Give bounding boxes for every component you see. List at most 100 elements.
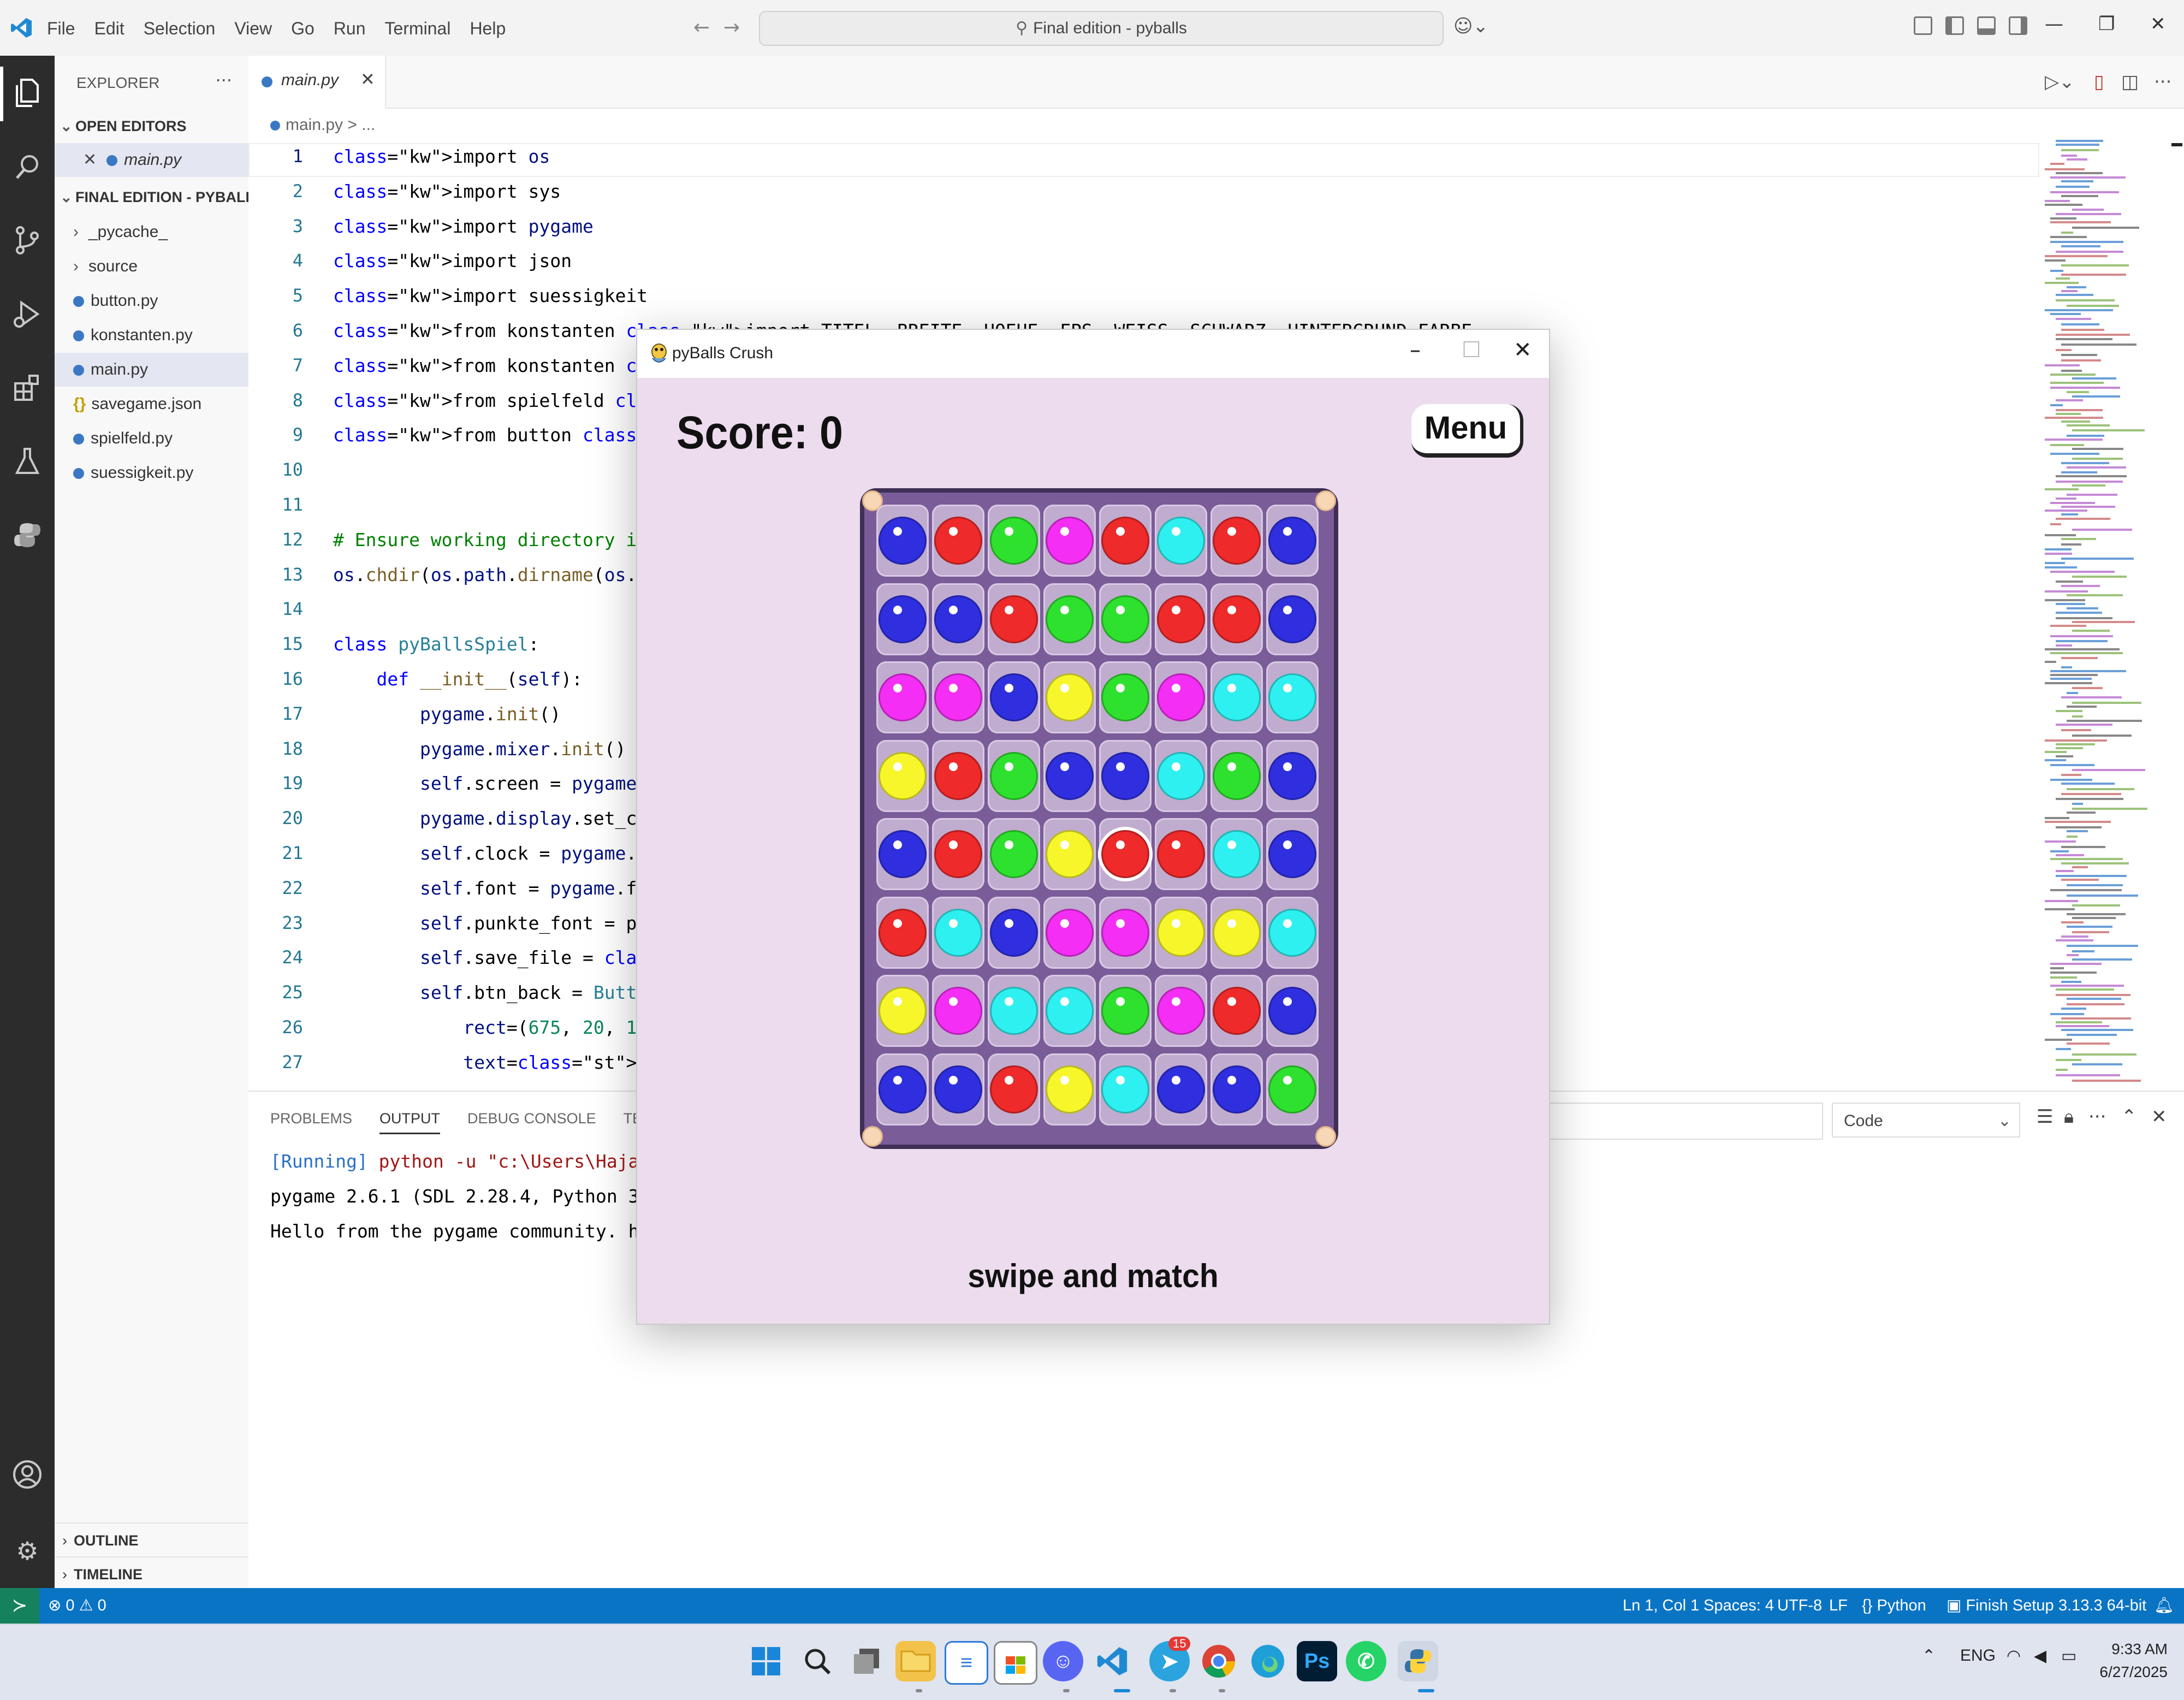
- toggle-secondary-sidebar-icon[interactable]: [2009, 16, 2027, 35]
- chrome-icon[interactable]: [1198, 1641, 1239, 1681]
- open-editor-main[interactable]: ✕ main.py: [55, 143, 248, 177]
- candy-ball[interactable]: [1157, 673, 1205, 721]
- candy-ball[interactable]: [1268, 751, 1316, 800]
- board-cell[interactable]: [1266, 739, 1319, 812]
- candy-ball[interactable]: [1046, 595, 1094, 643]
- board-cell[interactable]: [932, 583, 984, 655]
- cursor-position[interactable]: Ln 1, Col 1: [1623, 1588, 1699, 1624]
- back-arrow-icon[interactable]: ←: [693, 16, 710, 39]
- candy-ball[interactable]: [1101, 987, 1149, 1035]
- tab-debug-console[interactable]: DEBUG CONSOLE: [467, 1110, 596, 1134]
- candy-ball[interactable]: [990, 595, 1038, 643]
- candy-ball[interactable]: [1157, 908, 1205, 957]
- minimap[interactable]: [2039, 138, 2184, 1091]
- edge-icon[interactable]: [1248, 1641, 1288, 1681]
- board-cell[interactable]: [932, 661, 984, 733]
- board-cell[interactable]: [876, 975, 929, 1047]
- board-cell[interactable]: [1155, 896, 1207, 969]
- code-line[interactable]: pygame.display.set_capt: [333, 808, 669, 829]
- encoding[interactable]: UTF-8: [1777, 1588, 1822, 1624]
- menu-go[interactable]: Go: [291, 16, 314, 40]
- board-cell[interactable]: [1043, 818, 1096, 890]
- board-cell[interactable]: [1043, 896, 1096, 969]
- search-icon[interactable]: [797, 1641, 838, 1681]
- code-line[interactable]: os.chdir(os.path.dirname(os.pat: [333, 564, 669, 585]
- code-line[interactable]: class="kw">import pygame: [333, 216, 594, 237]
- board-cell[interactable]: [1155, 739, 1207, 812]
- board-cell[interactable]: [1266, 661, 1319, 733]
- candy-ball[interactable]: [1046, 1065, 1094, 1113]
- candy-ball[interactable]: [1046, 987, 1094, 1035]
- restore-icon[interactable]: ❐: [2098, 13, 2115, 35]
- task-view-icon[interactable]: [846, 1641, 887, 1681]
- candy-ball[interactable]: [1046, 751, 1094, 800]
- candy-ball[interactable]: [879, 908, 927, 957]
- board-cell[interactable]: [932, 1053, 984, 1126]
- candy-ball[interactable]: [1101, 673, 1149, 721]
- code-line[interactable]: self.font = pygame.font: [333, 878, 669, 899]
- folder-section[interactable]: ⌄ FINAL EDITION - PYBALLS: [55, 180, 264, 214]
- game-board[interactable]: [860, 488, 1338, 1149]
- menu-help[interactable]: Help: [470, 16, 506, 40]
- candy-ball[interactable]: [934, 751, 982, 800]
- candy-ball[interactable]: [934, 673, 982, 721]
- candy-ball[interactable]: [1213, 908, 1261, 957]
- code-line[interactable]: pygame.mixer.init(): [333, 738, 626, 760]
- candy-ball[interactable]: [934, 830, 982, 878]
- board-cell[interactable]: [1210, 661, 1263, 733]
- list-filter-icon[interactable]: ☰: [2037, 1106, 2053, 1128]
- code-line[interactable]: def __init__(self):: [333, 668, 583, 690]
- outline-section[interactable]: › OUTLINE: [55, 1523, 248, 1557]
- language-mode[interactable]: {} Python: [1862, 1588, 1926, 1624]
- candy-ball[interactable]: [1101, 908, 1149, 957]
- breadcrumb[interactable]: main.py > ...: [270, 116, 375, 134]
- candy-ball[interactable]: [990, 673, 1038, 721]
- close-icon[interactable]: ✕: [2150, 13, 2166, 35]
- board-cell[interactable]: [876, 1053, 929, 1126]
- remote-icon[interactable]: ≻: [0, 1588, 39, 1624]
- menu-selection[interactable]: Selection: [144, 16, 216, 40]
- battery-icon[interactable]: ▭: [2061, 1646, 2076, 1666]
- code-line[interactable]: self.clock = pygame.tim: [333, 843, 669, 864]
- candy-ball[interactable]: [1213, 830, 1261, 878]
- candy-ball[interactable]: [934, 595, 982, 643]
- board-cell[interactable]: [1155, 1053, 1207, 1126]
- board-cell[interactable]: [1099, 975, 1152, 1047]
- board-cell[interactable]: [988, 1053, 1040, 1126]
- tree-item-savegame-json[interactable]: {} savegame.json: [55, 387, 267, 421]
- board-cell[interactable]: [1210, 739, 1263, 812]
- more-actions-icon[interactable]: ···: [2154, 71, 2171, 93]
- menu-file[interactable]: File: [47, 16, 75, 40]
- board-cell[interactable]: [1043, 583, 1096, 655]
- menu-edit[interactable]: Edit: [94, 16, 124, 40]
- python-icon[interactable]: [1398, 1641, 1438, 1681]
- tab-problems[interactable]: PROBLEMS: [270, 1110, 352, 1134]
- board-cell[interactable]: [932, 505, 984, 577]
- board-cell[interactable]: [988, 661, 1040, 733]
- candy-ball[interactable]: [1213, 987, 1261, 1035]
- candy-ball[interactable]: [1157, 1065, 1205, 1113]
- candy-ball[interactable]: [1046, 908, 1094, 957]
- tab-main-py[interactable]: main.py ✕: [248, 56, 386, 109]
- board-cell[interactable]: [876, 505, 929, 577]
- candy-ball[interactable]: [1046, 673, 1094, 721]
- candy-ball[interactable]: [990, 830, 1038, 878]
- board-cell[interactable]: [1155, 505, 1207, 577]
- board-cell[interactable]: [1099, 1053, 1152, 1126]
- candy-ball[interactable]: [879, 830, 927, 878]
- board-cell[interactable]: [1155, 818, 1207, 890]
- code-line[interactable]: class pyBallsSpiel:: [333, 633, 539, 655]
- tray-overflow-icon[interactable]: ⌃: [1922, 1646, 1936, 1666]
- python-interpreter[interactable]: 3.13.3 64-bit: [2058, 1588, 2146, 1624]
- split-editor-icon[interactable]: ◫: [2121, 71, 2139, 93]
- board-cell[interactable]: [1099, 505, 1152, 577]
- menu-run[interactable]: Run: [334, 16, 366, 40]
- store-icon[interactable]: [994, 1641, 1037, 1685]
- timeline-section[interactable]: › TIMELINE: [55, 1556, 248, 1591]
- candy-ball[interactable]: [934, 1065, 982, 1113]
- candy-ball[interactable]: [1268, 517, 1316, 565]
- tree-item-main-py[interactable]: main.py: [55, 353, 267, 387]
- candy-ball[interactable]: [1157, 517, 1205, 565]
- file-explorer-icon[interactable]: [895, 1641, 936, 1681]
- candy-ball[interactable]: [1213, 595, 1261, 643]
